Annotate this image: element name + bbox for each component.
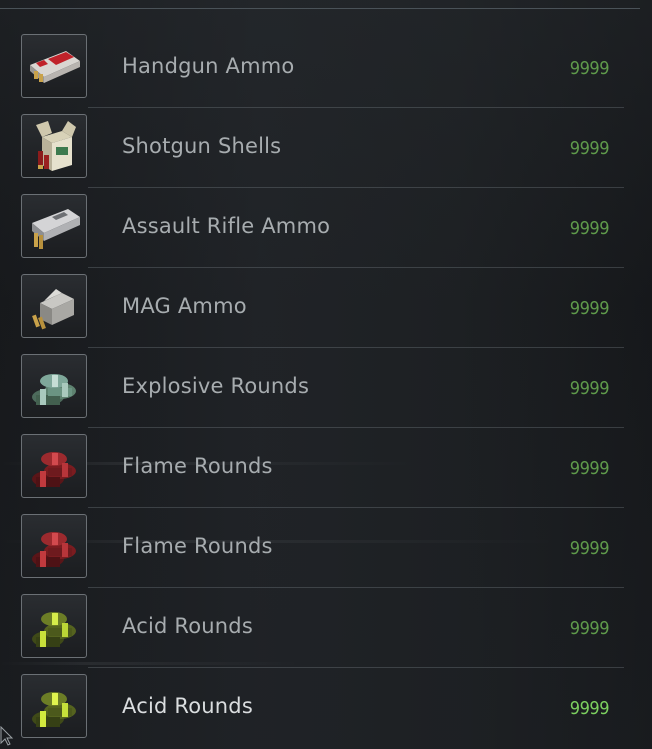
item-slot[interactable]	[21, 514, 87, 578]
top-divider	[0, 8, 640, 9]
acid-rounds-icon	[32, 692, 76, 727]
explosive-rounds-icon	[32, 374, 76, 405]
inventory-row-explosive-rounds[interactable]: Explosive Rounds 9999	[0, 348, 652, 428]
item-name: Flame Rounds	[122, 454, 273, 478]
ammo-inventory-list: Handgun Ammo 9999 Shotgun Shells 9999 As…	[0, 28, 652, 748]
item-count: 9999	[569, 218, 610, 239]
mouse-cursor-icon	[0, 726, 14, 746]
inventory-row-handgun-ammo[interactable]: Handgun Ammo 9999	[0, 28, 652, 108]
item-slot[interactable]	[21, 674, 87, 738]
item-name: Acid Rounds	[122, 694, 253, 718]
item-slot[interactable]	[21, 594, 87, 658]
item-count: 9999	[569, 58, 610, 79]
flame-rounds-icon	[32, 532, 76, 567]
item-slot[interactable]	[21, 114, 87, 178]
item-count: 9999	[569, 698, 610, 719]
inventory-row-mag-ammo[interactable]: MAG Ammo 9999	[0, 268, 652, 348]
item-count: 9999	[569, 538, 610, 559]
item-count: 9999	[569, 458, 610, 479]
item-name: Shotgun Shells	[122, 134, 282, 158]
inventory-row-flame-rounds[interactable]: Flame Rounds 9999	[0, 428, 652, 508]
acid-rounds-icon	[32, 612, 76, 647]
item-name: Flame Rounds	[122, 534, 273, 558]
flame-rounds-icon	[32, 452, 76, 487]
inventory-row-shotgun-shells[interactable]: Shotgun Shells 9999	[0, 108, 652, 188]
inventory-row-assault-rifle-ammo[interactable]: Assault Rifle Ammo 9999	[0, 188, 652, 268]
item-slot[interactable]	[21, 34, 87, 98]
item-name: Acid Rounds	[122, 614, 253, 638]
item-slot[interactable]	[21, 354, 87, 418]
item-name: Explosive Rounds	[122, 374, 310, 398]
item-count: 9999	[569, 618, 610, 639]
handgun-ammo-box-icon	[30, 51, 80, 83]
inventory-row-acid-rounds-selected[interactable]: Acid Rounds 9999	[0, 668, 652, 748]
item-name: Handgun Ammo	[122, 54, 295, 78]
inventory-row-flame-rounds[interactable]: Flame Rounds 9999	[0, 508, 652, 588]
item-name: MAG Ammo	[122, 294, 247, 318]
item-slot[interactable]	[21, 434, 87, 498]
item-slot[interactable]	[21, 274, 87, 338]
item-count: 9999	[569, 298, 610, 319]
item-slot[interactable]	[21, 194, 87, 258]
shotgun-shells-box-icon	[36, 121, 76, 171]
item-name: Assault Rifle Ammo	[122, 214, 331, 238]
assault-rifle-ammo-box-icon	[32, 209, 80, 249]
inventory-row-acid-rounds[interactable]: Acid Rounds 9999	[0, 588, 652, 668]
item-count: 9999	[569, 138, 610, 159]
mag-ammo-box-icon	[32, 289, 74, 330]
item-count: 9999	[569, 378, 610, 399]
